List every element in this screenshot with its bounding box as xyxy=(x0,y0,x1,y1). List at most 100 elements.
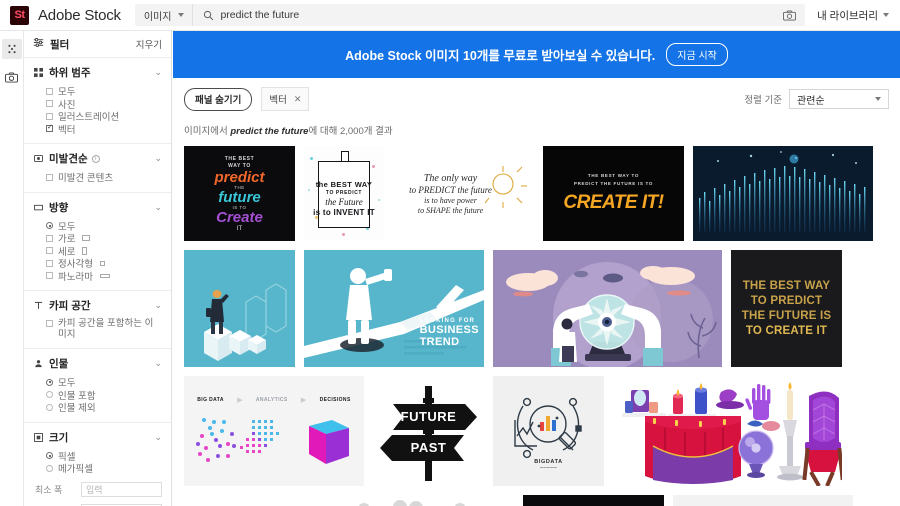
filter-option-copyspace[interactable]: 카피 공간을 포함하는 이미지 xyxy=(46,318,162,340)
filter-option-orientation-portrait[interactable]: 세로 xyxy=(46,245,162,258)
filter-group-header[interactable]: 인물 ⌄ xyxy=(33,356,162,371)
checkbox[interactable] xyxy=(46,247,53,255)
checkbox[interactable] xyxy=(46,123,53,133)
filter-option-people-exclude[interactable]: 인물 제외 xyxy=(46,401,162,414)
promo-banner: Adobe Stock 이미지 10개를 무료로 받아보실 수 있습니다. 지금… xyxy=(173,31,900,78)
min-width-label: 최소 폭 xyxy=(35,484,63,495)
filter-option-label: 파노라마 xyxy=(58,271,93,283)
chevron-down-icon[interactable]: ⌄ xyxy=(154,432,162,443)
tile-caption: LOOKING FOR BUSINESS TREND xyxy=(420,318,479,348)
tile-text: TO PREDICT xyxy=(325,189,363,196)
checkbox[interactable] xyxy=(46,234,53,242)
filter-option-undiscovered-content[interactable]: 미발견 콘텐츠 xyxy=(46,171,162,184)
filter-group-header[interactable]: 카피 공간 ⌄ xyxy=(33,298,162,313)
filter-group-header[interactable]: 하위 범주 ⌄ xyxy=(33,65,162,80)
clear-filters-button[interactable]: 지우기 xyxy=(136,37,162,51)
filter-option-label: 미발견 콘텐츠 xyxy=(58,173,114,185)
results-query: predict the future xyxy=(230,126,309,137)
sort-select[interactable]: 관련순 xyxy=(789,89,889,109)
filter-option-orientation-landscape[interactable]: 가로 xyxy=(46,232,162,245)
chevron-down-icon xyxy=(883,13,889,17)
chevron-down-icon[interactable]: ⌄ xyxy=(154,300,162,311)
filter-option-orientation-panorama[interactable]: 파노라마 xyxy=(46,270,162,283)
filter-option-all[interactable]: 모두 xyxy=(46,85,162,98)
filter-group-header[interactable]: 방향 ⌄ xyxy=(33,200,162,215)
radio[interactable] xyxy=(46,378,53,386)
filter-group-header[interactable]: 미발견순 i ⌄ xyxy=(33,151,162,166)
filter-grid-icon[interactable] xyxy=(1,39,22,59)
tile-best-way-gold-text[interactable]: THE BEST WAY TO PREDICT THE FUTURE IS TO… xyxy=(731,250,842,367)
tile-data-wave[interactable] xyxy=(693,146,873,241)
grid-icon xyxy=(33,68,43,78)
radio[interactable] xyxy=(46,452,53,460)
filter-option-megapixel[interactable]: 메가픽셀 xyxy=(46,462,162,475)
filter-option-orientation-all[interactable]: 모두 xyxy=(46,220,162,233)
min-width-input[interactable]: 입력 xyxy=(81,481,162,497)
filter-option-photo[interactable]: 사진 xyxy=(46,98,162,111)
my-library-button[interactable]: 내 라이브러리 xyxy=(817,8,889,23)
promo-start-button[interactable]: 지금 시작 xyxy=(666,43,728,66)
results-row: THE BEST WAY TO predict THE future IS TO… xyxy=(184,146,889,241)
filter-option-illustration[interactable]: 일러스트레이션 xyxy=(46,110,162,123)
results-prefix: 이미지에서 xyxy=(184,126,231,137)
search-type-select[interactable]: 이미지 xyxy=(135,4,194,26)
checkbox[interactable] xyxy=(46,112,53,120)
tile-predict-future-create-it[interactable]: THE BEST WAY TO predict THE future IS TO… xyxy=(184,146,295,241)
radio[interactable] xyxy=(46,222,53,230)
radio[interactable] xyxy=(46,391,53,399)
checkbox[interactable] xyxy=(46,100,53,108)
brand-name[interactable]: Adobe Stock xyxy=(38,7,121,24)
tile-text: the BEST WAY xyxy=(315,179,373,189)
top-bar: St Adobe Stock 이미지 predict the future 내 … xyxy=(0,0,900,31)
filter-group-header[interactable]: 크기 ⌄ xyxy=(33,430,162,445)
active-filter-chip[interactable]: 벡터 ✕ xyxy=(261,87,310,111)
tile-crystal-ball-fortune[interactable] xyxy=(493,250,722,367)
filter-group-title: 하위 범주 xyxy=(49,67,91,79)
filter-option-orientation-square[interactable]: 정사각형 xyxy=(46,257,162,270)
checkbox[interactable] xyxy=(46,87,53,95)
filter-options: 모두 사진 일러스트레이션 벡터 xyxy=(33,85,162,136)
tile-text: FUTURE xyxy=(400,409,457,424)
tile-create-it-orange[interactable]: THE BEST WAY TO PREDICT THE FUTURE IS TO… xyxy=(543,146,684,241)
tile-looking-for-business-trend[interactable]: LOOKING FOR BUSINESS TREND xyxy=(304,250,484,367)
filter-options: 픽셀 메가픽셀 xyxy=(33,450,162,475)
checkbox[interactable] xyxy=(46,272,53,280)
tile-isometric-business[interactable] xyxy=(184,250,295,367)
radio[interactable] xyxy=(46,464,53,472)
filter-option-people-all[interactable]: 모두 xyxy=(46,376,162,389)
filter-group-title: 방향 xyxy=(49,201,69,214)
tile-best-way-invent-it[interactable]: the BEST WAY TO PREDICT the Future is to… xyxy=(304,146,384,241)
tile-bigdata-analytics-decisions[interactable]: BIG DATA ▶ ANALYTICS ▶ DECISIONS xyxy=(184,376,364,486)
panorama-shape-icon xyxy=(99,273,110,278)
adobe-stock-logo-icon[interactable]: St xyxy=(10,5,29,25)
camera-search-icon[interactable] xyxy=(774,10,805,21)
chevron-down-icon[interactable]: ⌄ xyxy=(154,202,162,213)
checkbox[interactable] xyxy=(46,320,53,327)
hide-panel-button[interactable]: 패널 숨기기 xyxy=(184,87,253,111)
chip-label: 벡터 xyxy=(269,95,287,106)
info-icon[interactable]: i xyxy=(91,154,100,163)
close-icon[interactable]: ✕ xyxy=(294,94,302,105)
tile-only-way-shape-future[interactable]: The only way to PREDICT the future is to… xyxy=(393,146,534,241)
filter-option-people-include[interactable]: 인물 포함 xyxy=(46,389,162,402)
filter-option-pixel[interactable]: 픽셀 xyxy=(46,450,162,463)
results-row: LOOKING FOR BUSINESS TREND THE BEST WAY … xyxy=(184,250,889,367)
tile-future-past-signpost[interactable]: FUTURE PAST xyxy=(373,376,484,486)
chevron-down-icon[interactable]: ⌄ xyxy=(154,67,162,78)
tile-text: THE BEST WAY xyxy=(742,279,831,292)
search-bar[interactable]: 이미지 predict the future xyxy=(134,4,806,26)
checkbox[interactable] xyxy=(46,259,53,267)
tile-text: CREATE IT! xyxy=(563,192,664,213)
checkbox[interactable] xyxy=(46,173,53,181)
search-input[interactable]: predict the future xyxy=(220,9,774,21)
filter-option-vector[interactable]: 벡터 xyxy=(46,123,162,136)
chevron-down-icon[interactable]: ⌄ xyxy=(154,358,162,369)
filter-group-undiscovered: 미발견순 i ⌄ 미발견 콘텐츠 xyxy=(24,144,171,193)
filter-group-title: 크기 xyxy=(49,431,69,444)
chevron-down-icon[interactable]: ⌄ xyxy=(154,153,162,164)
radio[interactable] xyxy=(46,403,53,411)
camera-icon[interactable] xyxy=(2,67,22,87)
tile-bigdata-magnifier[interactable]: BIGDATA ▬▬▬▬▬ xyxy=(493,376,604,486)
tile-fortune-teller-props[interactable] xyxy=(613,376,842,486)
filter-title: 필터 xyxy=(50,38,70,51)
